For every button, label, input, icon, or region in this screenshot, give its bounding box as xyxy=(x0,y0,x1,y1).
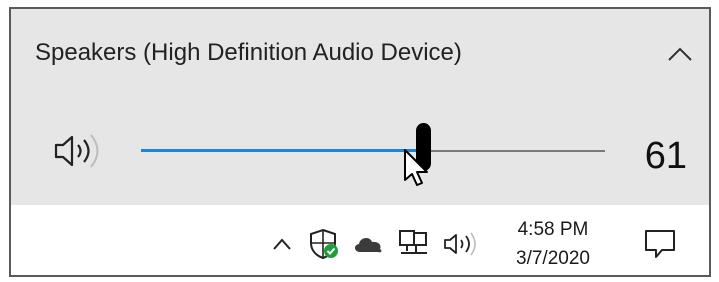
onedrive-cloud-icon[interactable] xyxy=(349,227,387,261)
taskbar-clock[interactable]: 4:58 PM 3/7/2020 xyxy=(497,215,609,273)
clock-date: 3/7/2020 xyxy=(516,248,590,269)
chevron-up-icon[interactable] xyxy=(663,37,697,71)
volume-slider[interactable] xyxy=(141,123,605,171)
speaker-volume-icon xyxy=(54,134,99,168)
volume-level-value: 61 xyxy=(644,135,687,177)
volume-slider-fill xyxy=(141,149,424,152)
volume-flyout-window: Speakers (High Definition Audio Device) xyxy=(9,7,711,277)
volume-slider-thumb[interactable] xyxy=(416,123,431,171)
audio-device-name: Speakers (High Definition Audio Device) xyxy=(35,39,462,66)
network-icon[interactable] xyxy=(395,227,433,261)
show-hidden-icons-chevron-icon[interactable] xyxy=(267,229,297,259)
clock-time: 4:58 PM xyxy=(517,219,589,240)
volume-flyout: Speakers (High Definition Audio Device) xyxy=(11,9,709,205)
device-selector[interactable]: Speakers (High Definition Audio Device) xyxy=(11,9,709,95)
volume-control-row: 61 xyxy=(11,109,709,189)
volume-icon[interactable] xyxy=(439,227,485,261)
action-center-icon[interactable] xyxy=(637,221,683,267)
speaker-mute-button[interactable] xyxy=(49,129,109,173)
taskbar: 4:58 PM 3/7/2020 xyxy=(11,205,709,275)
windows-security-icon[interactable] xyxy=(305,225,343,263)
